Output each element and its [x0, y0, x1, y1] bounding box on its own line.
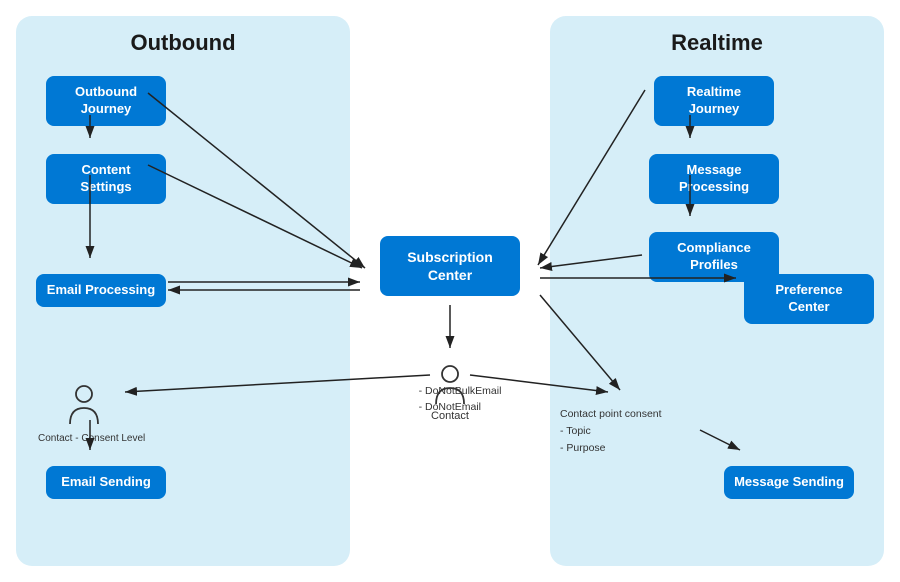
outbound-journey-box[interactable]: Outbound Journey — [46, 76, 166, 126]
content-settings-box[interactable]: Content Settings — [46, 154, 166, 204]
outbound-contact-label: Contact - Consent Level — [38, 431, 145, 446]
preference-center-box[interactable]: Preference Center — [744, 274, 874, 324]
main-container: Outbound Outbound Journey Content Settin… — [0, 0, 900, 582]
email-sending-box[interactable]: Email Sending — [46, 466, 166, 499]
realtime-panel: Realtime Realtime Journey Message Proces… — [550, 16, 884, 566]
subscription-center-box[interactable]: Subscription Center — [380, 236, 520, 296]
outbound-contact — [66, 384, 102, 430]
message-processing-box[interactable]: Message Processing — [649, 154, 779, 204]
contact-fields-text: - DoNotBulkEmail - DoNotEmail — [419, 384, 502, 416]
outbound-contact-icon — [66, 384, 102, 428]
contact-point-text: Contact point consent - Topic - Purpose — [560, 406, 662, 456]
realtime-journey-box[interactable]: Realtime Journey — [654, 76, 774, 126]
email-processing-box[interactable]: Email Processing — [36, 274, 166, 307]
realtime-title: Realtime — [550, 16, 884, 60]
message-sending-box[interactable]: Message Sending — [724, 466, 854, 499]
outbound-panel: Outbound Outbound Journey Content Settin… — [16, 16, 350, 566]
center-area: Subscription Center Contact - DoNotBulkE… — [360, 16, 540, 566]
outbound-title: Outbound — [16, 16, 350, 60]
